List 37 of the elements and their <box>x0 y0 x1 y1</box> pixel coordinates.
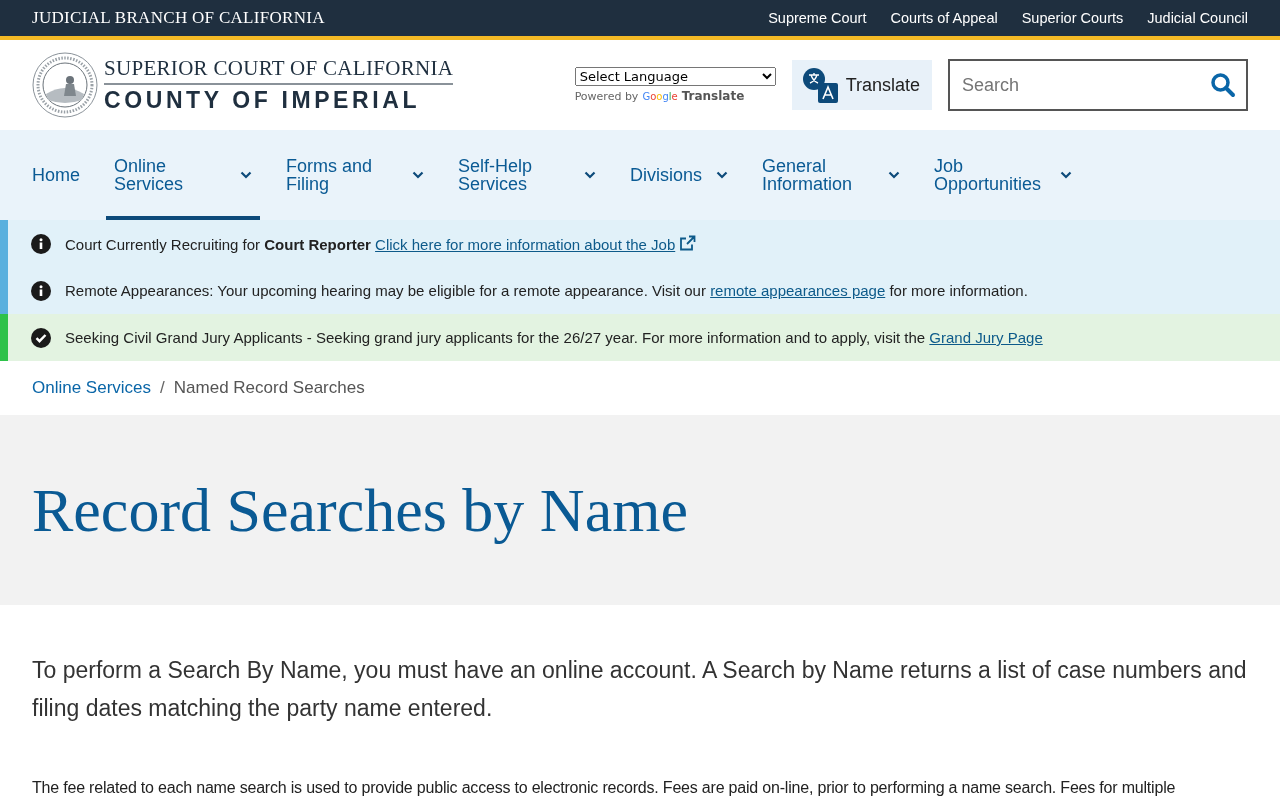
powered-by-text: Powered by <box>574 89 639 103</box>
breadcrumb-link[interactable]: Online Services <box>32 378 152 398</box>
alert-link[interactable]: Click here for more information about the Job <box>375 235 697 253</box>
info-icon <box>31 233 51 254</box>
nav-tab[interactable]: Self-Help Services <box>450 130 604 220</box>
top-link[interactable]: Courts of Appeal <box>890 10 998 26</box>
top-link[interactable]: Supreme Court <box>768 10 867 26</box>
breadcrumb-current: Named Record Searches <box>173 378 365 398</box>
translate-text: Translate <box>681 89 745 103</box>
nav-tab[interactable]: Forms and Filing <box>278 130 432 220</box>
breadcrumb-separator: / <box>160 378 165 398</box>
translate-button[interactable]: Translate <box>791 60 932 110</box>
top-link[interactable]: Superior Courts <box>1021 10 1124 26</box>
court-name: SUPERIOR COURT OF CALIFORNIA <box>104 56 454 85</box>
county-name: COUNTY OF IMPERIAL <box>104 86 422 114</box>
alert-link[interactable]: Grand Jury Page <box>929 329 1043 346</box>
search-field[interactable]: Search <box>948 59 1248 111</box>
page-title: Record Searches by Name <box>32 474 688 546</box>
nav-tab[interactable]: Job Opportunities <box>926 130 1081 220</box>
info-icon <box>31 280 51 301</box>
alert-message: Court Currently Recruiting for Court Reporter Click here for more information about the Job <box>65 234 697 253</box>
google-logo: Google <box>642 90 678 102</box>
check-circle-icon <box>31 327 51 348</box>
nav-tab[interactable]: Home <box>24 130 88 220</box>
intro-paragraph: To perform a Search By Name, you must have an online account. A Search by Name returns a list of case numbers and filing dates matching the party name entered. <box>32 656 1248 723</box>
nav-tab[interactable]: Divisions <box>622 130 737 220</box>
top-link[interactable]: Judicial Council <box>1147 10 1248 26</box>
site-title: JUDICIAL BRANCH OF CALIFORNIA <box>32 8 325 28</box>
seal-icon <box>32 52 98 118</box>
nav-tab[interactable]: General Information <box>754 130 909 220</box>
body-paragraph: The fee related to each name search is used to provide public access to electronic records. Fees are paid on-line, prior to performing a name search. Fees for multiple <box>32 779 1177 797</box>
alert-link[interactable]: remote appearances page <box>710 282 886 299</box>
search-icon[interactable] <box>1210 72 1236 98</box>
alert-message: Remote Appearances: Your upcoming hearing may be eligible for a remote appearance. Visit our remote appearances page for more information. <box>65 282 1028 299</box>
language-select[interactable]: Select Language <box>574 67 776 86</box>
alert-message: Seeking Civil Grand Jury Applicants - Seeking grand jury applicants for the 26/27 year. For more information and to apply, visit the Grand Jury Page <box>65 329 1043 346</box>
translate-icon <box>801 67 838 103</box>
